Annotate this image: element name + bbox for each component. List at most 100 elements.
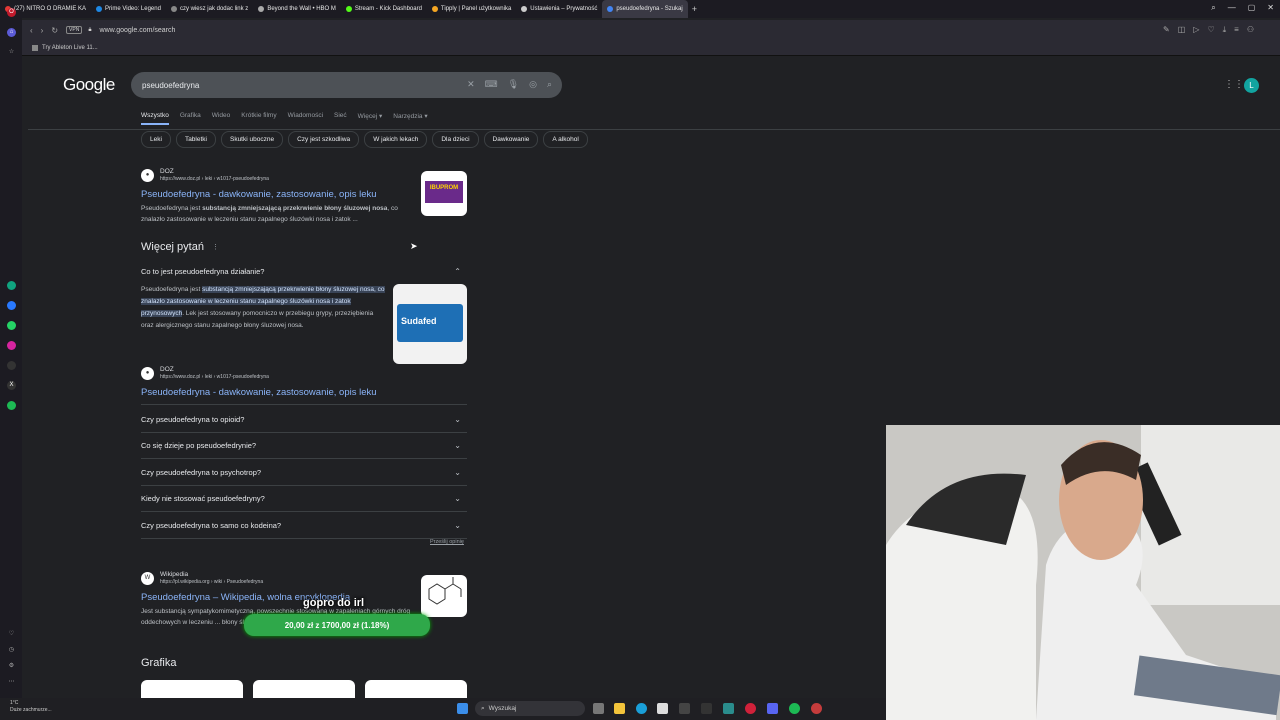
google-apps-icon[interactable]: ⋮⋮ xyxy=(1224,79,1244,90)
url-field[interactable]: www.google.com/search xyxy=(100,27,176,34)
nav-buttons: ‹ › ↻ xyxy=(30,26,58,35)
search-input[interactable]: pseudoefedryna ✕ ⌨ 🎙︎ ◎ ⌕ xyxy=(131,72,562,98)
heart-icon[interactable]: ♡ xyxy=(7,630,16,639)
image-result[interactable] xyxy=(141,680,243,698)
download-icon[interactable]: ⤓ xyxy=(1223,25,1227,35)
avatar[interactable]: L xyxy=(1244,78,1259,93)
question-row[interactable]: Czy pseudoefedryna to psychotrop? ⌄ xyxy=(141,460,467,486)
new-tab-button[interactable]: + xyxy=(688,4,701,14)
back-icon[interactable]: ‹ xyxy=(30,26,33,35)
browser-tab[interactable]: Tipply | Panel użytkownika xyxy=(427,0,516,18)
feedback-link[interactable]: Prześlij opinię xyxy=(430,539,464,545)
profile-icon[interactable]: ⚇ xyxy=(1247,25,1254,35)
app-icon[interactable] xyxy=(723,703,734,714)
app-icon[interactable] xyxy=(679,703,690,714)
opera-logo-icon[interactable]: O xyxy=(7,8,16,17)
lens-icon[interactable]: ◎ xyxy=(529,79,537,90)
answer-thumbnail[interactable]: Sudafed xyxy=(393,284,467,364)
tab-more[interactable]: Więcej ▾ xyxy=(358,112,383,125)
tiktok-icon[interactable] xyxy=(7,361,16,370)
result-thumbnail[interactable]: IBUPROM xyxy=(421,171,467,216)
chip[interactable]: A alkohol xyxy=(543,131,588,148)
clear-icon[interactable]: ✕ xyxy=(467,79,475,90)
more-icon[interactable]: ⋯ xyxy=(7,678,16,687)
question-expanded[interactable]: Co to jest pseudoefedryna działanie? ⌃ xyxy=(141,258,467,284)
file-explorer-icon[interactable] xyxy=(614,703,625,714)
task-view-icon[interactable] xyxy=(593,703,604,714)
image-result[interactable] xyxy=(365,680,467,698)
question-row[interactable]: Kiedy nie stosować pseudoefedryny? ⌄ xyxy=(141,486,467,512)
microphone-icon[interactable]: 🎙︎ xyxy=(508,79,519,90)
mouse-cursor-icon: ➤ xyxy=(410,241,418,251)
maximize-icon[interactable]: ▢ xyxy=(1248,3,1256,13)
keyboard-icon[interactable]: ⌨ xyxy=(485,79,498,90)
instagram-icon[interactable] xyxy=(7,341,16,350)
vpn-badge[interactable]: VPN xyxy=(66,26,83,34)
messenger-icon[interactable] xyxy=(7,301,16,310)
result-source[interactable]: W Wikipedia https://pl.wikipedia.org › w… xyxy=(141,571,263,585)
history-icon[interactable]: ◷ xyxy=(7,646,16,655)
tab-news[interactable]: Wiadomości xyxy=(288,112,323,125)
result-title-link[interactable]: Pseudoefedryna - dawkowanie, zastosowani… xyxy=(141,189,377,200)
browser-tab[interactable]: Ustawienia – Prywatność xyxy=(516,0,602,18)
edge-icon[interactable] xyxy=(636,703,647,714)
app-icon[interactable] xyxy=(767,703,778,714)
minimize-icon[interactable]: — xyxy=(1228,3,1236,13)
windows-start-icon[interactable] xyxy=(457,703,468,714)
tab-video[interactable]: Wideo xyxy=(212,112,230,125)
chip[interactable]: Leki xyxy=(141,131,171,148)
menu-icon[interactable]: ≡ xyxy=(1234,25,1239,35)
tab-all[interactable]: Wszystko xyxy=(141,112,169,125)
store-icon[interactable] xyxy=(657,703,668,714)
question-row[interactable]: Czy pseudoefedryna to opioid? ⌄ xyxy=(141,407,467,433)
x-twitter-icon[interactable]: X xyxy=(7,381,16,390)
app-icon[interactable] xyxy=(701,703,712,714)
weather-widget[interactable]: 1°C Duże zachmurze... xyxy=(10,700,52,714)
chip[interactable]: Skutki uboczne xyxy=(220,131,284,148)
browser-tab[interactable]: Beyond the Wall • HBO M xyxy=(253,0,341,18)
edit-icon[interactable]: ✎ xyxy=(1163,25,1170,35)
browser-tab[interactable]: czy wiesz jak dodac link z xyxy=(166,0,253,18)
molecule-thumbnail[interactable] xyxy=(421,575,467,617)
browser-tab[interactable]: Stream - Kick Dashboard xyxy=(341,0,427,18)
taskbar-search[interactable]: ⌕ Wyszukaj xyxy=(475,701,585,716)
heart-outline-icon[interactable]: ♡ xyxy=(1207,25,1214,35)
images-section-title: Grafika xyxy=(141,657,177,669)
app-icon[interactable] xyxy=(811,703,822,714)
spotify-icon[interactable] xyxy=(7,401,16,410)
browser-tab-active[interactable]: pseudoefedryna - Szukaj xyxy=(602,0,688,18)
answer-title-link[interactable]: Pseudoefedryna - dawkowanie, zastosowani… xyxy=(141,387,377,398)
image-result[interactable] xyxy=(253,680,355,698)
tab-short-videos[interactable]: Krótkie filmy xyxy=(241,112,276,125)
whatsapp-icon[interactable] xyxy=(7,321,16,330)
tab-images[interactable]: Grafika xyxy=(180,112,201,125)
result-source[interactable]: ● DOZ https://www.doz.pl › leki › w1017-… xyxy=(141,168,269,182)
bookmark-item[interactable]: Try Ableton Live 11... xyxy=(42,45,98,51)
chip[interactable]: Tabletki xyxy=(175,131,216,148)
spotify-icon[interactable] xyxy=(789,703,800,714)
more-options-icon[interactable]: ⋮ xyxy=(212,243,219,251)
camera-icon[interactable]: ◫ xyxy=(1178,25,1186,35)
chip[interactable]: Czy jest szkodliwa xyxy=(288,131,360,148)
browser-tab[interactable]: Prime Video: Legend xyxy=(91,0,166,18)
tab-tools[interactable]: Narzędzia ▾ xyxy=(393,112,427,125)
google-logo[interactable]: Google xyxy=(63,75,115,95)
home-icon[interactable]: ⌂ xyxy=(7,28,16,37)
search-icon[interactable]: ⌕ xyxy=(547,79,552,90)
close-icon[interactable]: ✕ xyxy=(1267,3,1274,13)
answer-source[interactable]: ● DOZ https://www.doz.pl › leki › w1017-… xyxy=(141,366,269,380)
play-icon[interactable]: ▷ xyxy=(1193,25,1199,35)
bookmarks-icon[interactable]: ☆ xyxy=(7,48,16,57)
settings-icon[interactable]: ⚙ xyxy=(7,662,16,671)
chip[interactable]: Dawkowanie xyxy=(483,131,539,148)
tab-web[interactable]: Sieć xyxy=(334,112,347,125)
reload-icon[interactable]: ↻ xyxy=(51,26,58,35)
chip[interactable]: W jakich lekach xyxy=(364,131,428,148)
search-tabs-icon[interactable]: ⌕ xyxy=(1211,3,1215,13)
chip[interactable]: Dla dzieci xyxy=(432,131,479,148)
question-row[interactable]: Co się dzieje po pseudoefedrynie? ⌄ xyxy=(141,433,467,459)
forward-icon[interactable]: › xyxy=(41,26,44,35)
chatgpt-icon[interactable] xyxy=(7,281,16,290)
opera-icon[interactable] xyxy=(745,703,756,714)
question-row[interactable]: Czy pseudoefedryna to samo co kodeina? ⌄ xyxy=(141,513,467,539)
